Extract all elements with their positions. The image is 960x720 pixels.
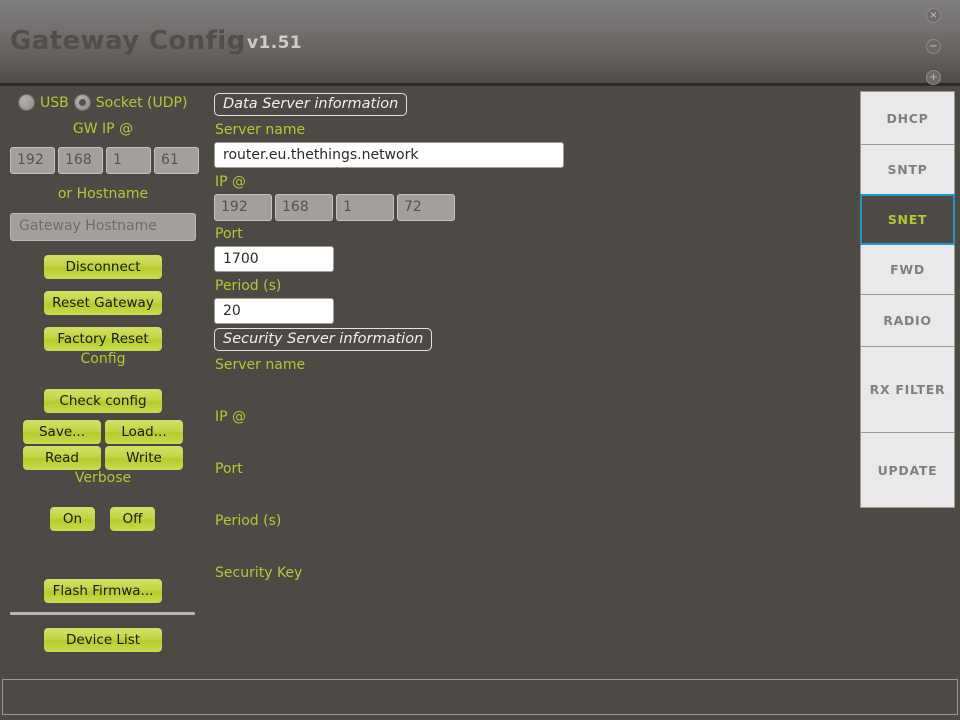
sidebar: USB Socket (UDP) GW IP @ 192 168 1 61 or… [0,89,206,669]
data-server-group-title: Data Server information [214,93,408,116]
data-server-port-input[interactable]: 1700 [214,246,334,272]
gw-ip-group: 192 168 1 61 [10,147,199,174]
data-server-name-input[interactable]: router.eu.thethings.network [214,142,564,168]
tab-radio[interactable]: RADIO [860,294,955,347]
data-server-period-label: Period (s) [215,278,282,294]
check-config-button[interactable]: Check config [43,388,163,414]
write-button[interactable]: Write [104,445,184,471]
data-server-name-label: Server name [215,122,306,138]
tab-rail: DHCP SNTP SNET FWD RADIO RX FILTER UPDAT… [860,91,955,508]
verbose-on-button[interactable]: On [49,506,96,532]
gateway-hostname-input[interactable]: Gateway Hostname [10,213,196,241]
verbose-off-button[interactable]: Off [109,506,156,532]
status-bar [2,679,958,715]
main-panel: Data Server information Server name rout… [210,89,850,669]
data-server-ip-label: IP @ [215,174,247,190]
app-version: v1.51 [247,33,303,53]
title-bar: Gateway Config v1.51 × − + [0,0,960,86]
radio-usb-label: USB [40,94,69,111]
gw-ip-octet-1[interactable]: 192 [10,147,55,174]
read-button[interactable]: Read [22,445,102,471]
connection-mode-group: USB Socket (UDP) [18,94,187,111]
tab-fwd[interactable]: FWD [860,244,955,295]
tab-rx-filter[interactable]: RX FILTER [860,346,955,433]
device-list-button[interactable]: Device List [43,627,163,653]
data-server-period-input[interactable]: 20 [214,298,334,324]
security-server-key-label: Security Key [215,565,303,581]
security-server-group-title: Security Server information [214,328,433,351]
gw-ip-octet-3[interactable]: 1 [106,147,151,174]
security-server-port-label: Port [215,461,243,477]
window-controls: × − + [926,8,950,101]
data-server-ip-octet-1[interactable]: 192 [214,194,272,221]
gw-ip-octet-4[interactable]: 61 [154,147,199,174]
app-title: Gateway Config [10,26,246,56]
tab-update[interactable]: UPDATE [860,432,955,508]
reset-gateway-button[interactable]: Reset Gateway [43,290,163,316]
close-icon[interactable]: × [926,8,941,23]
radio-socket-udp-label: Socket (UDP) [95,94,188,111]
radio-socket-udp[interactable] [73,94,91,111]
sidebar-divider [10,612,195,615]
data-server-ip-group: 192 168 1 72 [214,194,455,221]
tab-sntp[interactable]: SNTP [860,144,955,195]
maximize-icon[interactable]: + [926,70,941,85]
security-server-name-label: Server name [215,357,306,373]
tab-dhcp[interactable]: DHCP [860,91,955,145]
data-server-ip-octet-4[interactable]: 72 [397,194,455,221]
app-window: Gateway Config v1.51 × − + USB Socket (U… [0,0,960,720]
config-caption: Config [80,351,126,367]
data-server-ip-octet-2[interactable]: 168 [275,194,333,221]
verbose-caption: Verbose [74,470,132,486]
factory-reset-button[interactable]: Factory Reset [43,326,163,352]
minimize-icon[interactable]: − [926,39,941,54]
load-button[interactable]: Load... [104,419,184,445]
or-hostname-caption: or Hostname [57,186,149,202]
disconnect-button[interactable]: Disconnect [43,254,163,280]
data-server-ip-octet-3[interactable]: 1 [336,194,394,221]
tab-snet[interactable]: SNET [860,194,955,245]
radio-usb[interactable] [18,94,35,111]
gw-ip-caption: GW IP @ [72,121,134,137]
security-server-ip-label: IP @ [215,409,247,425]
flash-firmware-button[interactable]: Flash Firmwa... [43,578,163,604]
gw-ip-octet-2[interactable]: 168 [58,147,103,174]
data-server-port-label: Port [215,226,243,242]
security-server-period-label: Period (s) [215,513,282,529]
save-button[interactable]: Save... [22,419,102,445]
